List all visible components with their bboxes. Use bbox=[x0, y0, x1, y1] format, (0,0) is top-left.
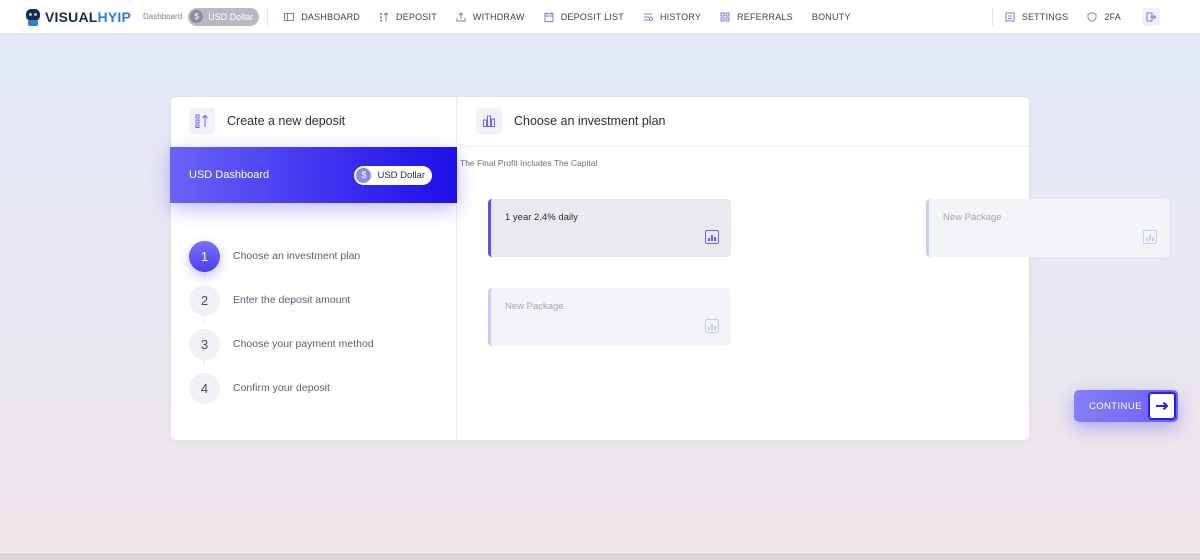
plan-card[interactable]: New Package bbox=[488, 288, 731, 346]
main-nav: DASHBOARD DEPOSIT WITHDRAW DEPOSIT LIST … bbox=[284, 12, 869, 22]
deposit-list-icon bbox=[544, 12, 554, 22]
deposit-steps: 1 Choose an investment plan 2 Enter the … bbox=[189, 234, 374, 410]
banner-currency: USD Dollar bbox=[377, 169, 425, 181]
nav-2fa[interactable]: 2FA bbox=[1087, 12, 1121, 22]
chart-icon bbox=[1143, 230, 1157, 244]
deposit-sidebar: Create a new deposit USD Dashboard $ USD… bbox=[170, 97, 457, 440]
divider bbox=[267, 7, 269, 26]
deposit-icon bbox=[380, 11, 389, 21]
banner-label: USD Dashboard bbox=[189, 169, 270, 181]
nav-settings[interactable]: SETTINGS bbox=[1005, 12, 1069, 22]
step-label: Choose an investment plan bbox=[233, 250, 361, 262]
plan-label: New Package bbox=[943, 212, 1002, 223]
plan-label: 1 year 2.4% daily bbox=[505, 212, 578, 223]
top-navbar: VISUAL HYIP Dashboard $ USD Dollar DASHBO… bbox=[0, 0, 1200, 34]
history-icon bbox=[643, 13, 653, 21]
dashboard-icon bbox=[284, 12, 295, 21]
divider bbox=[991, 8, 993, 26]
step-number: 4 bbox=[189, 372, 220, 404]
plan-card-selected[interactable]: 1 year 2.4% daily bbox=[488, 199, 731, 257]
nav-deposit-list[interactable]: DEPOSIT LIST bbox=[544, 12, 624, 22]
logout-icon bbox=[1146, 12, 1156, 22]
dollar-coin-icon: $ bbox=[190, 10, 204, 23]
step-3: 3 Choose your payment method bbox=[189, 322, 374, 366]
step-2: 2 Enter the deposit amount bbox=[189, 278, 374, 322]
robot-logo-icon bbox=[24, 7, 42, 27]
deposit-header: Create a new deposit bbox=[189, 108, 345, 134]
nav-deposit[interactable]: DEPOSIT bbox=[379, 12, 437, 22]
nav-label: DASHBOARD bbox=[301, 11, 360, 22]
banner-currency-pill: $ USD Dollar bbox=[354, 165, 432, 185]
step-number: 1 bbox=[189, 240, 220, 272]
continue-button[interactable]: CONTINUE bbox=[1074, 390, 1178, 422]
page-bottom-edge bbox=[0, 554, 1200, 560]
nav-label: DEPOSIT bbox=[396, 11, 437, 22]
currency-label: USD Dollar bbox=[208, 11, 254, 22]
chart-icon bbox=[705, 319, 719, 333]
nav-label: SETTINGS bbox=[1021, 12, 1069, 22]
settings-icon bbox=[1005, 12, 1015, 22]
nav-dashboard[interactable]: DASHBOARD bbox=[284, 12, 360, 22]
dashboard-label: Dashboard bbox=[143, 12, 183, 21]
logout-button[interactable] bbox=[1142, 8, 1160, 26]
referrals-icon bbox=[720, 12, 730, 21]
withdraw-icon bbox=[456, 11, 466, 21]
plan-title: Choose an investment plan bbox=[514, 114, 666, 128]
shield-icon bbox=[1087, 12, 1097, 22]
chart-icon bbox=[705, 230, 719, 244]
brand-name-part2: HYIP bbox=[97, 8, 132, 25]
deposit-card: Create a new deposit USD Dashboard $ USD… bbox=[170, 97, 1178, 440]
nav-label: REFERRALS bbox=[737, 11, 793, 22]
plan-header-icon bbox=[476, 108, 502, 134]
step-label: Confirm your deposit bbox=[233, 382, 330, 394]
deposit-header-icon bbox=[189, 108, 215, 134]
nav-right: SETTINGS 2FA bbox=[984, 0, 1200, 34]
nav-label: BONUTY bbox=[811, 11, 851, 22]
step-label: Enter the deposit amount bbox=[233, 294, 351, 306]
step-label: Choose your payment method bbox=[233, 338, 374, 350]
profit-note: The Final Profit Includes The Capital bbox=[460, 158, 598, 168]
brand-logo[interactable]: VISUAL HYIP bbox=[24, 7, 131, 27]
plan-label: New Package bbox=[505, 301, 564, 312]
nav-label: 2FA bbox=[1104, 12, 1121, 22]
arrow-right-icon bbox=[1148, 392, 1176, 420]
dollar-coin-icon: $ bbox=[356, 167, 372, 183]
step-1: 1 Choose an investment plan bbox=[189, 234, 374, 278]
step-number: 3 bbox=[189, 328, 220, 360]
nav-withdraw[interactable]: WITHDRAW bbox=[456, 12, 525, 22]
plan-card[interactable]: New Package bbox=[926, 199, 1169, 257]
nav-label: WITHDRAW bbox=[472, 11, 525, 22]
brand-name-part1: VISUAL bbox=[45, 8, 98, 25]
step-number: 2 bbox=[189, 284, 220, 316]
deposit-title: Create a new deposit bbox=[227, 114, 346, 128]
currency-switch[interactable]: $ USD Dollar bbox=[188, 7, 260, 26]
nav-history[interactable]: HISTORY bbox=[643, 12, 701, 22]
nav-referrals[interactable]: REFERRALS bbox=[720, 12, 793, 22]
divider bbox=[458, 146, 1029, 147]
usd-dashboard-banner[interactable]: USD Dashboard $ USD Dollar bbox=[170, 147, 457, 203]
nav-label: HISTORY bbox=[659, 11, 702, 22]
plan-header: Choose an investment plan bbox=[476, 108, 665, 134]
nav-bonuty[interactable]: BONUTY bbox=[812, 12, 851, 22]
nav-label: DEPOSIT LIST bbox=[560, 11, 624, 22]
plan-panel: Choose an investment plan The Final Prof… bbox=[458, 97, 1178, 440]
continue-label: CONTINUE bbox=[1089, 400, 1142, 412]
step-4: 4 Confirm your deposit bbox=[189, 366, 374, 410]
